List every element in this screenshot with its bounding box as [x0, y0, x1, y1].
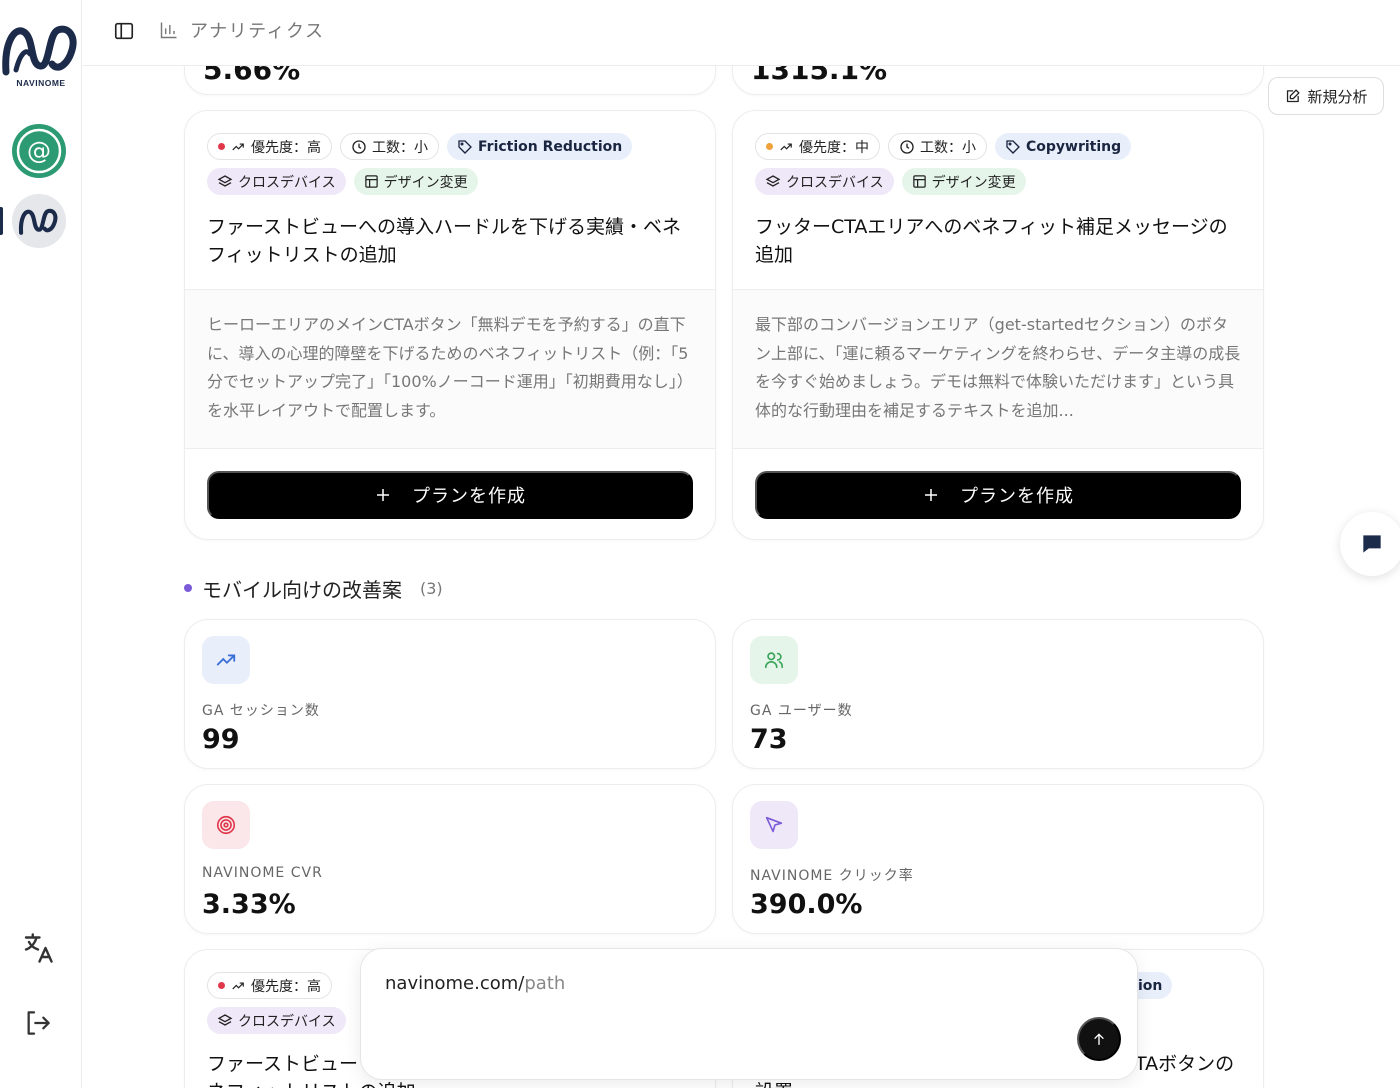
section-title: モバイル向けの改善案 [202, 577, 402, 602]
send-button[interactable] [1077, 1017, 1121, 1061]
recommendation-title: ファーストビューへの導入ハードルを下げる実績・ベネフィットリストの追加 [207, 216, 682, 266]
priority-tag: 優先度：高 [207, 133, 332, 160]
mobile-section-header: モバイル向けの改善案 (3) [184, 574, 443, 602]
device-tag: クロスデバイス [207, 168, 346, 195]
category-tag: Copywriting [995, 133, 1132, 160]
effort-tag: 工数：小 [340, 133, 439, 160]
metric-label: GA セッション数 [202, 703, 320, 719]
trending-up-icon [202, 636, 250, 684]
url-placeholder: path [524, 973, 566, 994]
translate-icon[interactable] [18, 928, 58, 968]
recommendation-title: フッターCTAエリアへのベネフィット補足メッセージの追加 [755, 216, 1228, 266]
svg-text:@: @ [27, 137, 51, 165]
users-icon [750, 636, 798, 684]
metric-value: 390.0% [750, 889, 863, 920]
category-tag: Friction Reduction [447, 133, 633, 160]
priority-tag: 優先度：中 [755, 133, 880, 160]
target-icon [202, 801, 250, 849]
metric-value: 73 [750, 724, 788, 755]
layout-icon [912, 175, 926, 188]
page-title: アナリティクス [190, 21, 325, 42]
plus-icon [925, 489, 937, 501]
metric-card: GA セッション数 99 [184, 619, 716, 769]
type-tag: デザイン変更 [353, 168, 478, 195]
metric-value: 99 [202, 724, 240, 755]
priority-dot [218, 982, 225, 989]
create-plan-button[interactable]: プランを作成 [207, 471, 693, 519]
metric-label: NAVINOME CVR [202, 865, 323, 881]
sidebar: NAVINOME @ [0, 0, 82, 1088]
metric-label: GA ユーザー数 [750, 703, 853, 719]
metric-card: NAVINOME CVR 3.33% [184, 784, 716, 934]
clock-icon [900, 139, 914, 154]
layers-icon [765, 174, 781, 187]
chat-button[interactable] [1340, 512, 1400, 576]
tag-icon [1006, 139, 1020, 154]
metric-card: GA ユーザー数 73 [732, 619, 1264, 769]
url-input[interactable]: navinome.com/path [385, 973, 565, 994]
workspace-navinome-icon[interactable] [0, 194, 66, 248]
chat-icon [1363, 535, 1381, 553]
recommendation-card: 優先度：中 工数：小 Copywriting クロスデバイス デザイン変更 フッ… [732, 110, 1264, 540]
plus-icon [377, 489, 389, 501]
layout-icon [364, 175, 378, 188]
priority-dot [218, 143, 225, 150]
trending-up-icon [232, 143, 244, 150]
edit-icon [1287, 88, 1300, 102]
sidebar-toggle-icon[interactable] [111, 18, 137, 44]
effort-tag: 工数：小 [888, 133, 987, 160]
trending-up-icon [232, 982, 244, 989]
clock-icon [352, 139, 366, 154]
layers-icon [217, 174, 233, 187]
section-dot [184, 584, 192, 592]
device-tag: クロスデバイス [755, 168, 894, 195]
arrow-up-icon [1094, 1033, 1104, 1045]
section-count: (3) [420, 578, 443, 598]
create-plan-button[interactable]: プランを作成 [755, 471, 1241, 519]
workspace-at-icon[interactable]: @ [12, 124, 66, 178]
tag-icon [458, 139, 472, 154]
url-composer[interactable]: navinome.com/path [360, 948, 1138, 1080]
pointer-icon [750, 801, 798, 849]
recommendation-card: 優先度：高 工数：小 Friction Reduction クロスデバイス デザ… [184, 110, 716, 540]
metric-value: 3.33% [202, 889, 296, 920]
type-tag: デザイン変更 [901, 168, 1026, 195]
metric-card: NAVINOME クリック率 390.0% [732, 784, 1264, 934]
top-header: アナリティクス [83, 0, 1400, 66]
recommendation-description: 最下部のコンバージョンエリア（get-startedセクション）のボタン上部に、… [755, 315, 1241, 420]
new-analysis-label: 新規分析 [1307, 88, 1368, 106]
recommendation-description: ヒーローエリアのメインCTAボタン「無料デモを予約する」の直下に、導入の心理的障… [207, 315, 693, 420]
new-analysis-button[interactable]: 新規分析 [1268, 77, 1384, 115]
priority-dot [766, 143, 773, 150]
divider [733, 448, 1263, 449]
logo-text: NAVINOME [16, 78, 66, 88]
bar-chart-icon [157, 18, 181, 42]
device-tag: クロスデバイス [207, 1007, 346, 1034]
trending-up-icon [780, 143, 792, 150]
logout-icon[interactable] [18, 1003, 58, 1043]
divider [185, 448, 715, 449]
priority-tag: 優先度：高 [207, 972, 332, 999]
metric-label: NAVINOME クリック率 [750, 868, 914, 884]
layers-icon [217, 1013, 233, 1026]
